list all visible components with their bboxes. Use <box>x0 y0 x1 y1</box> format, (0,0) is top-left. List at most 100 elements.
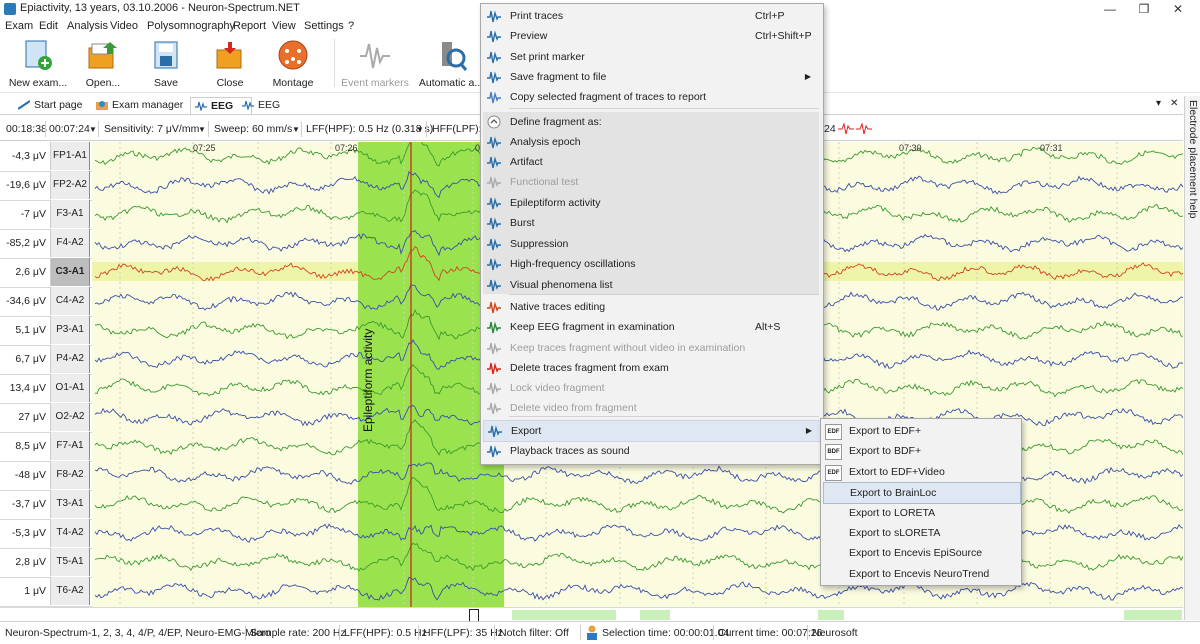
status-device: Neuron-Spectrum-1, 2, 3, 4, 4/P, 4/EP, N… <box>5 627 271 639</box>
chevron-down-icon[interactable]: ▼ <box>416 125 424 134</box>
timeline-fragment[interactable] <box>1124 610 1182 620</box>
export-item-export-to-encevis-episource[interactable]: Export to Encevis EpiSource <box>823 543 1019 563</box>
channel-name[interactable]: O2-A2 <box>50 403 90 431</box>
timeline-fragment[interactable] <box>640 610 670 620</box>
menu-report[interactable]: Report <box>233 20 266 32</box>
channel-name[interactable]: T5-A1 <box>50 548 90 576</box>
channel-name[interactable]: F3-A1 <box>50 200 90 228</box>
channel-name[interactable]: F4-A2 <box>50 229 90 257</box>
menu-settings[interactable]: Settings <box>304 20 344 32</box>
montage-button[interactable]: Montage <box>268 35 318 92</box>
context-item-define-fragment-as[interactable]: Define fragment as: <box>483 112 819 132</box>
context-item-label: Keep traces fragment without video in ex… <box>510 342 746 354</box>
channel-value: 2,6 μV <box>15 266 46 278</box>
channel-row: 5,1 μV P3-A1 <box>0 316 92 346</box>
context-item-save-fragment-to-file[interactable]: Save fragment to file ▶ <box>483 67 819 87</box>
context-item-copy-selected-fragment-of-traces-to-report[interactable]: Copy selected fragment of traces to repo… <box>483 87 819 107</box>
context-item-lock-video-fragment[interactable]: Lock video fragment <box>483 378 819 398</box>
toolbar-separator <box>301 121 302 137</box>
context-item-delete-video-from-fragment[interactable]: Delete video from fragment <box>483 398 819 418</box>
menu-exam[interactable]: Exam <box>5 20 33 32</box>
context-item-keep-traces-fragment-without-video-in-examination[interactable]: Keep traces fragment without video in ex… <box>483 338 819 358</box>
tab-start-page[interactable]: Start page <box>14 97 104 113</box>
channel-name[interactable]: P4-A2 <box>50 345 90 373</box>
preview-icon <box>487 30 501 43</box>
channel-name[interactable]: F7-A1 <box>50 432 90 460</box>
context-item-delete-traces-fragment-from-exam[interactable]: Delete traces fragment from exam <box>483 358 819 378</box>
menu-video[interactable]: Video <box>110 20 138 32</box>
export-item-export-to-encevis-neurotrend[interactable]: Export to Encevis NeuroTrend <box>823 564 1019 584</box>
context-item-set-print-marker[interactable]: Set print marker <box>483 47 819 67</box>
context-item-functional-test[interactable]: Functional test <box>483 172 819 192</box>
context-item-playback-traces-as-sound[interactable]: Playback traces as sound <box>483 441 819 461</box>
context-item-visual-phenomena-list[interactable]: Visual phenomena list <box>483 275 819 295</box>
channel-name[interactable]: FP1-A1 <box>50 142 90 170</box>
context-item-suppression[interactable]: Suppression <box>483 234 819 254</box>
open-icon <box>88 42 117 69</box>
menu-polysomnography[interactable]: Polysomnography <box>147 20 235 32</box>
bdf-file-icon: BDF <box>825 444 842 461</box>
context-item-native-traces-editing[interactable]: Native traces editing <box>483 297 819 317</box>
menu-analysis[interactable]: Analysis <box>67 20 108 32</box>
edf-file-icon: EDF <box>825 464 842 481</box>
export-item-export-to-loreta[interactable]: Export to LORETA <box>823 503 1019 523</box>
channel-name[interactable]: FP2-A2 <box>50 171 90 199</box>
timeline-fragment[interactable] <box>512 610 616 620</box>
export-item-export-to-brainloc[interactable]: Export to BrainLoc <box>823 482 1021 505</box>
channel-name[interactable]: T3-A1 <box>50 490 90 518</box>
minimize-button[interactable]: — <box>1094 0 1126 18</box>
export-item-export-to-sloreta[interactable]: Export to sLORETA <box>823 523 1019 543</box>
context-item-print-traces[interactable]: Print traces Ctrl+P <box>483 6 819 26</box>
export-item-export-to-edf[interactable]: EDF Export to EDF+ <box>823 421 1019 441</box>
time-mark-label: 07:31 <box>1040 143 1063 153</box>
context-item-analysis-epoch[interactable]: Analysis epoch <box>483 132 819 152</box>
context-item-label: Export <box>511 425 542 437</box>
time-mark-label: 07:25 <box>193 143 216 153</box>
export-item-export-to-bdf[interactable]: BDF Export to BDF+ <box>823 441 1019 461</box>
context-item-high-frequency-oscillations[interactable]: High-frequency oscillations <box>483 254 819 274</box>
chevron-down-icon[interactable]: ▼ <box>89 125 97 134</box>
channel-name[interactable]: C3-A1 <box>50 258 90 286</box>
menu-edit[interactable]: Edit <box>39 20 58 32</box>
channel-name[interactable]: T6-A2 <box>50 577 90 605</box>
channel-name[interactable]: T4-A2 <box>50 519 90 547</box>
sweep-select[interactable]: Sweep: 60 mm/s <box>214 123 292 135</box>
event-markers-button[interactable]: Event markers <box>341 35 409 92</box>
menu-help[interactable]: ? <box>348 20 354 32</box>
context-item-keep-eeg-fragment-in-examination[interactable]: Keep EEG fragment in examination Alt+S <box>483 317 819 337</box>
export-item-extort-to-edf-video[interactable]: EDF Extort to EDF+Video <box>823 462 1019 482</box>
context-item-label: Suppression <box>510 238 569 250</box>
channel-name[interactable]: O1-A1 <box>50 374 90 402</box>
timeline-scrollbar[interactable] <box>0 607 1183 622</box>
channel-name[interactable]: C4-A2 <box>50 287 90 315</box>
tab-exam-manager[interactable]: Exam manager <box>92 97 204 113</box>
context-item-epileptiform-activity[interactable]: Epileptiform activity <box>483 193 819 213</box>
menu-view[interactable]: View <box>272 20 296 32</box>
lff-select[interactable]: LFF(HPF): 0.5 Hz (0.318 s) <box>306 123 433 135</box>
sensitivity-select[interactable]: Sensitivity: 7 μV/mm <box>104 123 199 135</box>
electrode-help-panel[interactable]: Electrode placement help <box>1184 96 1200 620</box>
time-duration-select[interactable]: 00:07:24 <box>49 123 90 135</box>
context-item-artifact[interactable]: Artifact <box>483 152 819 172</box>
channel-name[interactable]: P3-A1 <box>50 316 90 344</box>
close-exam-button[interactable]: Close <box>206 35 254 92</box>
export-item-label: Export to sLORETA <box>849 527 941 539</box>
tab-eeg[interactable]: EEG <box>238 97 298 113</box>
chevron-down-icon[interactable]: ▼ <box>292 125 300 134</box>
timeline-fragment[interactable] <box>818 610 844 620</box>
context-item-export[interactable]: Export ▶ <box>483 420 821 442</box>
save-button[interactable]: Save <box>142 35 190 92</box>
new-exam-button[interactable]: New exam... <box>9 35 67 92</box>
tab-list-dropdown[interactable]: ▾ <box>1156 98 1161 109</box>
waveform-icon[interactable] <box>838 122 872 136</box>
channel-name[interactable]: F8-A2 <box>50 461 90 489</box>
channel-row: -7 μV F3-A1 <box>0 200 92 230</box>
tab-close-button[interactable]: ✕ <box>1170 98 1178 109</box>
chevron-down-icon[interactable]: ▼ <box>198 125 206 134</box>
restore-button[interactable]: ❐ <box>1128 0 1160 18</box>
context-item-preview[interactable]: Preview Ctrl+Shift+P <box>483 26 819 46</box>
context-item-burst[interactable]: Burst <box>483 213 819 233</box>
open-button[interactable]: Open... <box>78 35 128 92</box>
automatic-analysis-button[interactable]: Automatic a... <box>419 35 483 92</box>
close-window-button[interactable]: ✕ <box>1162 0 1194 18</box>
